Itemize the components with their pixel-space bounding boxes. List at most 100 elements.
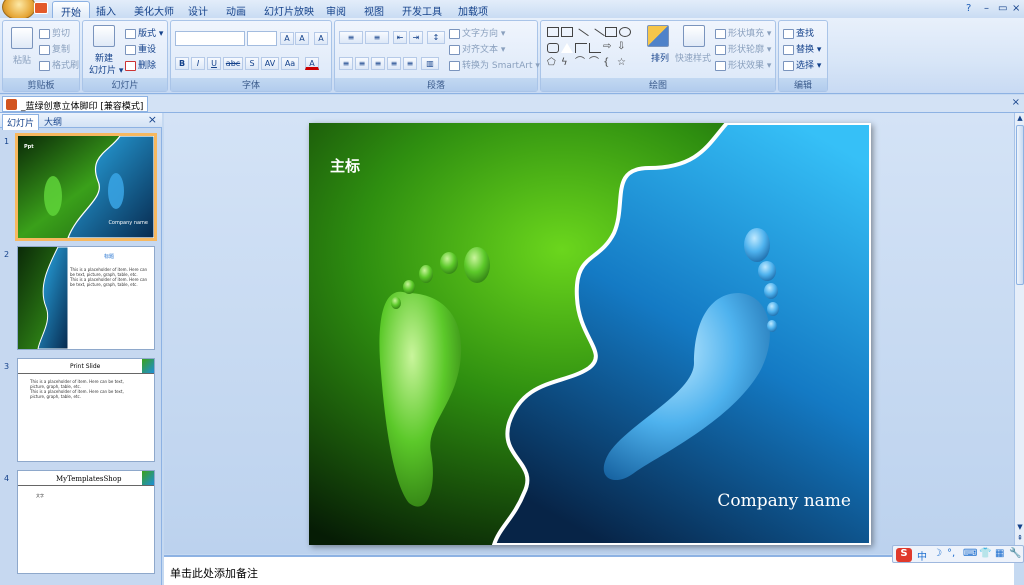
- decrease-indent-button[interactable]: ⇤: [393, 31, 407, 44]
- vertical-scrollbar[interactable]: ▲ ▼ ⇞ ⇟: [1014, 113, 1024, 554]
- tab-insert[interactable]: 插入: [96, 3, 116, 18]
- paste-button[interactable]: 粘贴: [13, 53, 31, 66]
- right-arrow-shape-icon[interactable]: ⇨: [603, 42, 615, 53]
- shirt-icon[interactable]: 👕: [979, 548, 991, 559]
- copy-button[interactable]: 复制: [39, 42, 70, 55]
- font-color-button[interactable]: A: [305, 57, 319, 70]
- connector-shape-icon[interactable]: [589, 43, 601, 53]
- quick-styles-button[interactable]: 快速样式: [675, 51, 711, 64]
- quick-access-icon[interactable]: [34, 2, 48, 14]
- find-button[interactable]: 查找: [783, 26, 814, 39]
- bullets-button[interactable]: ≡: [339, 31, 363, 44]
- punctuation-icon[interactable]: °,: [947, 548, 955, 559]
- align-text-button[interactable]: 对齐文本 ▾: [449, 42, 505, 55]
- document-tab[interactable]: _蓝绿创意立体脚印 [兼容模式]: [2, 96, 149, 112]
- underline-button[interactable]: U: [207, 57, 221, 70]
- reset-button[interactable]: 重设: [125, 42, 156, 55]
- shape-fill-button[interactable]: 形状填充 ▾: [715, 26, 771, 39]
- curve-shape-icon[interactable]: ⌒: [589, 58, 601, 69]
- text-direction-button[interactable]: 文字方向 ▾: [449, 26, 505, 39]
- notes-pane[interactable]: 单击此处添加备注: [164, 555, 1014, 585]
- scrollbar-thumb[interactable]: [1016, 125, 1024, 285]
- align-center-button[interactable]: ≡: [355, 57, 369, 70]
- font-name-combo[interactable]: [175, 31, 245, 46]
- bold-button[interactable]: B: [175, 57, 189, 70]
- tab-view[interactable]: 视图: [364, 3, 384, 18]
- slide-title[interactable]: 主标: [330, 155, 360, 176]
- grow-font-button[interactable]: A: [280, 32, 294, 45]
- format-painter-button[interactable]: 格式刷: [39, 58, 79, 71]
- slide-company-name[interactable]: Company name: [717, 491, 851, 511]
- current-slide[interactable]: 主标 Company name: [309, 123, 871, 545]
- help-icon[interactable]: ?: [966, 3, 971, 14]
- replace-button[interactable]: 替换 ▾: [783, 42, 821, 55]
- tab-developer[interactable]: 开发工具: [402, 3, 442, 18]
- tab-design[interactable]: 设计: [188, 3, 208, 18]
- triangle-shape-icon[interactable]: [561, 43, 573, 53]
- distributed-button[interactable]: ≡: [403, 57, 417, 70]
- grid-icon[interactable]: ▦: [995, 548, 1004, 559]
- shadow-button[interactable]: S: [245, 57, 259, 70]
- close-icon[interactable]: ×: [1012, 3, 1020, 14]
- ime-language-toggle[interactable]: 中: [917, 548, 927, 563]
- minimize-icon[interactable]: –: [984, 3, 989, 14]
- numbering-button[interactable]: ≡: [365, 31, 389, 44]
- sogou-logo-icon[interactable]: S: [896, 548, 912, 562]
- slide-thumbnail-1[interactable]: Ppt Company name: [15, 133, 157, 241]
- char-spacing-button[interactable]: AV: [261, 57, 279, 70]
- line-spacing-button[interactable]: ↕: [427, 31, 445, 44]
- tab-review[interactable]: 审阅: [326, 3, 346, 18]
- oval-shape-icon[interactable]: [619, 27, 631, 37]
- arrange-icon[interactable]: [647, 25, 669, 47]
- brace-shape-icon[interactable]: {: [603, 58, 615, 69]
- justify-button[interactable]: ≡: [387, 57, 401, 70]
- layout-button[interactable]: 版式 ▾: [125, 26, 163, 39]
- rounded-rect-shape-icon[interactable]: [547, 43, 559, 53]
- new-slide-icon[interactable]: [93, 25, 115, 47]
- pentagon-shape-icon[interactable]: ⬠: [547, 58, 559, 69]
- prev-slide-icon[interactable]: ⇞: [1015, 533, 1024, 543]
- vtextbox-shape-icon[interactable]: [561, 27, 573, 37]
- star-shape-icon[interactable]: ☆: [617, 58, 629, 69]
- slide-thumbnail-4[interactable]: MyTemplatesShop 文字: [17, 470, 155, 574]
- tab-addins[interactable]: 加载项: [458, 3, 488, 18]
- select-button[interactable]: 选择 ▾: [783, 58, 821, 71]
- delete-button[interactable]: 删除: [125, 58, 156, 71]
- tab-animation[interactable]: 动画: [226, 3, 246, 18]
- shrink-font-button[interactable]: A: [295, 32, 309, 45]
- scroll-up-icon[interactable]: ▲: [1015, 113, 1024, 123]
- tab-beautify[interactable]: 美化大师: [134, 3, 174, 18]
- clear-format-button[interactable]: A: [314, 32, 328, 45]
- italic-button[interactable]: I: [191, 57, 205, 70]
- office-button[interactable]: [2, 0, 36, 20]
- tab-home[interactable]: 开始: [52, 1, 90, 19]
- strikethrough-button[interactable]: abc: [223, 57, 243, 70]
- smartart-button[interactable]: 转换为 SmartArt ▾: [449, 58, 540, 71]
- cut-button[interactable]: 剪切: [39, 26, 70, 39]
- wrench-icon[interactable]: 🔧: [1009, 548, 1021, 559]
- tab-slideshow[interactable]: 幻灯片放映: [264, 3, 314, 18]
- textbox-shape-icon[interactable]: [547, 27, 559, 37]
- tab-outline[interactable]: 大纲: [40, 114, 66, 129]
- document-close-icon[interactable]: ×: [1012, 97, 1020, 108]
- tab-slides[interactable]: 幻灯片: [2, 114, 40, 130]
- line-shape-icon[interactable]: [573, 28, 589, 44]
- font-size-combo[interactable]: [247, 31, 277, 46]
- notes-placeholder[interactable]: 单击此处添加备注: [170, 565, 258, 581]
- restore-icon[interactable]: ▭: [998, 3, 1007, 14]
- quick-styles-icon[interactable]: [683, 25, 705, 47]
- new-slide-dropdown[interactable]: 幻灯片 ▾: [89, 63, 123, 76]
- arrange-button[interactable]: 排列: [651, 51, 669, 64]
- keyboard-icon[interactable]: ⌨: [963, 548, 977, 559]
- slide-thumbnail-2[interactable]: 标题 This is a placeholder of item. Here c…: [17, 246, 155, 350]
- align-left-button[interactable]: ≡: [339, 57, 353, 70]
- increase-indent-button[interactable]: ⇥: [409, 31, 423, 44]
- moon-icon[interactable]: ☽: [933, 548, 942, 559]
- down-arrow-shape-icon[interactable]: ⇩: [617, 42, 629, 53]
- panel-close-icon[interactable]: ×: [148, 113, 157, 126]
- arc-shape-icon[interactable]: ⌒: [575, 58, 587, 69]
- shape-effects-button[interactable]: 形状效果 ▾: [715, 58, 771, 71]
- lightning-shape-icon[interactable]: ϟ: [561, 58, 573, 69]
- shape-outline-button[interactable]: 形状轮廓 ▾: [715, 42, 771, 55]
- paste-icon[interactable]: [11, 27, 33, 49]
